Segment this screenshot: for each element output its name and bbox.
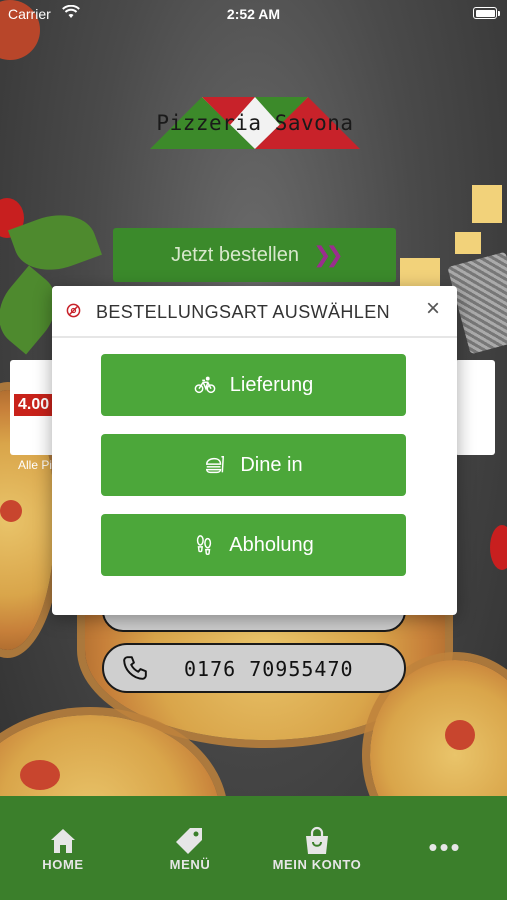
pickup-label: Abholung [229, 533, 314, 556]
modal-title: BESTELLUNGSART AUSWÄHLEN [96, 302, 391, 322]
phone-number: 0176 70955470 [184, 657, 354, 681]
phone-button[interactable]: 0176 70955470 [102, 643, 406, 693]
pickup-button[interactable]: Abholung [101, 514, 406, 576]
promo-tile-right[interactable] [455, 360, 495, 455]
footsteps-icon [197, 535, 212, 556]
bicycle-icon [194, 376, 216, 394]
cheese-chunk [472, 185, 502, 223]
logo-text: Pizzeria Savona [156, 111, 354, 135]
order-now-button[interactable]: Jetzt bestellen ❯❯ [113, 228, 396, 282]
tab-account[interactable]: MEIN KONTO [262, 796, 372, 900]
status-bar: Carrier 2:52 AM [0, 0, 507, 28]
tab-bar: HOME MENÜ MEIN KONTO ••• [0, 796, 507, 900]
order-now-label: Jetzt bestellen [171, 243, 299, 266]
pepperoni [0, 500, 22, 522]
double-chevron-icon: ❯❯ [312, 242, 344, 267]
clock: 2:52 AM [226, 6, 281, 22]
pepperoni [445, 720, 475, 750]
promo-tile-left[interactable]: 4.00 [10, 360, 55, 455]
promo-caption: Alle Pi [18, 458, 53, 472]
tab-home-label: HOME [42, 857, 84, 872]
pizzeria-logo: Pizzeria Savona [150, 95, 360, 151]
tab-more[interactable]: ••• [390, 796, 500, 900]
cheese-chunk [455, 232, 481, 254]
home-icon [51, 829, 75, 853]
close-icon[interactable]: × [420, 296, 446, 322]
pepperoni [20, 760, 60, 790]
tag-icon [176, 828, 202, 854]
tab-account-label: MEIN KONTO [272, 857, 362, 872]
dine-in-label: Dine in [240, 453, 303, 476]
battery-icon [473, 7, 500, 19]
promo-price: 4.00 [14, 394, 54, 416]
modal-header: BESTELLUNGSART AUSWÄHLEN × [52, 286, 457, 338]
more-icon: ••• [428, 832, 462, 862]
dine-in-button[interactable]: Dine in [101, 434, 406, 496]
tomato [490, 525, 507, 570]
order-type-modal: BESTELLUNGSART AUSWÄHLEN × Lieferung Din… [52, 286, 457, 615]
delivery-label: Lieferung [229, 373, 314, 396]
food-icon [206, 456, 225, 474]
bag-icon [306, 826, 328, 854]
cheese-chunk [400, 258, 440, 286]
no-entry-icon [66, 303, 81, 318]
tab-menu[interactable]: MENÜ [135, 796, 245, 900]
tab-home[interactable]: HOME [8, 796, 118, 900]
tab-menu-label: MENÜ [169, 857, 211, 872]
phone-icon [123, 656, 147, 680]
delivery-button[interactable]: Lieferung [101, 354, 406, 416]
